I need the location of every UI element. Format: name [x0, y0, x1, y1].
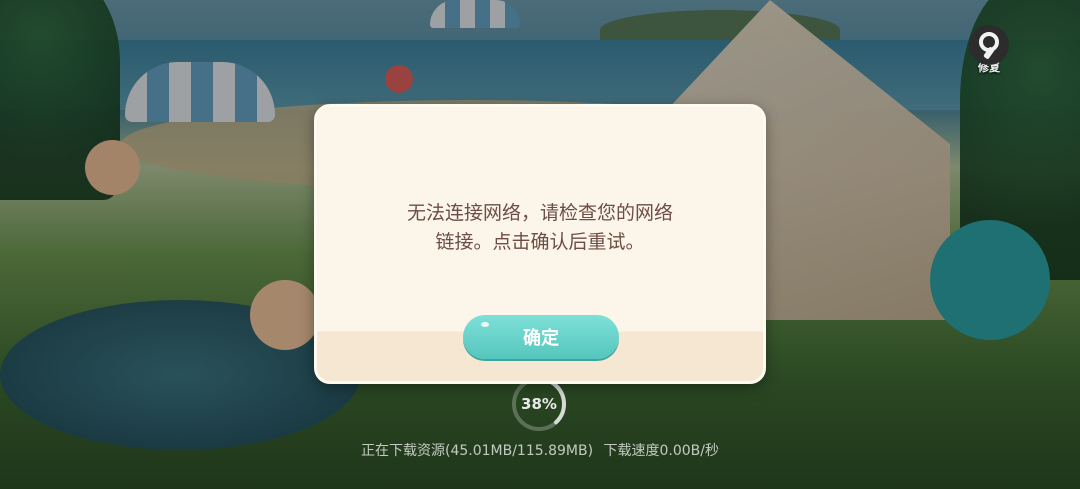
dialog-message: 无法连接网络，请检查您的网络 链接。点击确认后重试。 — [377, 199, 703, 257]
button-shine — [481, 322, 489, 327]
confirm-button[interactable]: 确定 — [463, 315, 619, 359]
download-speed-text: 下载速度0.00B/秒 — [603, 443, 720, 459]
dialog-message-line: 无法连接网络，请检查您的网络 — [406, 202, 673, 224]
confirm-button-label: 确定 — [523, 328, 559, 349]
download-resources-text: 正在下载资源(45.01MB/115.89MB) — [360, 443, 594, 459]
download-status: 正在下载资源(45.01MB/115.89MB) 下载速度0.00B/秒 — [0, 440, 1080, 460]
wrench-icon — [969, 25, 1009, 65]
dialog-message-line: 链接。点击确认后重试。 — [435, 231, 645, 253]
repair-button[interactable]: 修复 — [965, 25, 1013, 81]
network-error-dialog: 无法连接网络，请检查您的网络 链接。点击确认后重试。 确定 — [314, 104, 766, 384]
